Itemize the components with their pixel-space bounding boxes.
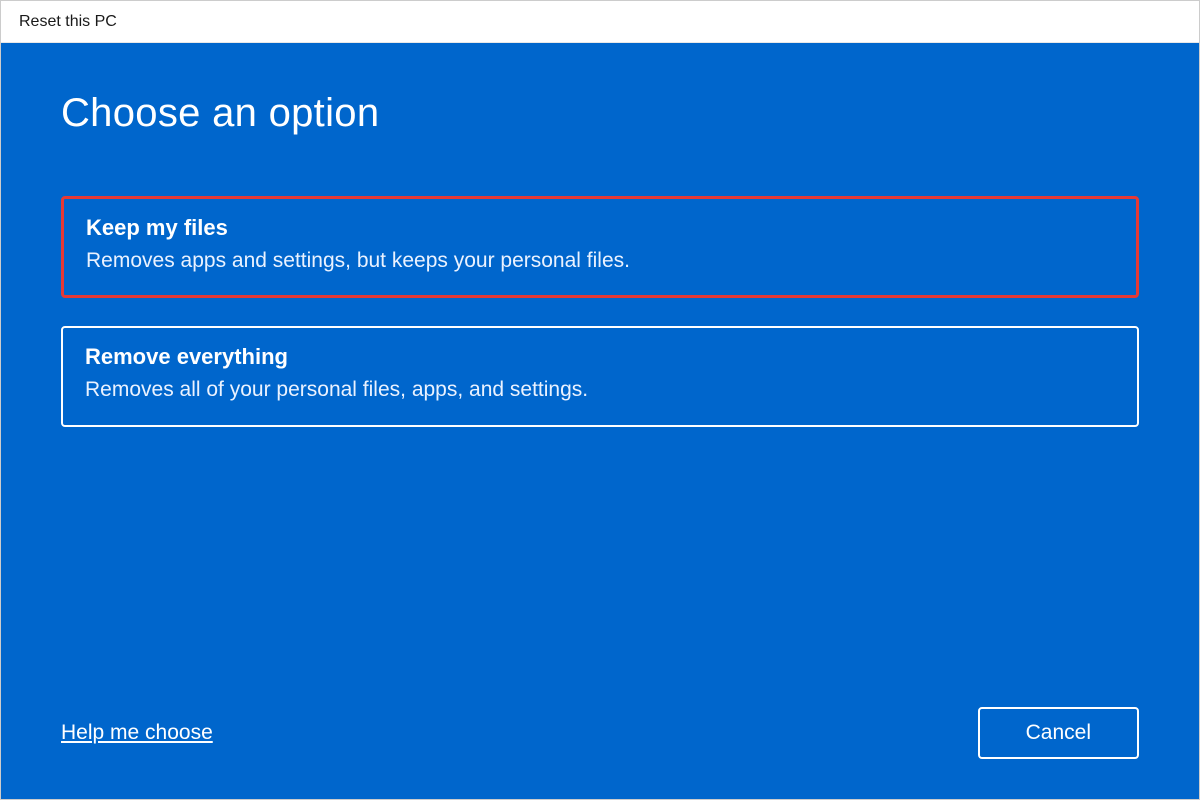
options-list: Keep my files Removes apps and settings,… <box>61 196 1139 427</box>
option-remove-everything[interactable]: Remove everything Removes all of your pe… <box>61 326 1139 426</box>
option-title: Remove everything <box>85 344 1115 370</box>
window-title: Reset this PC <box>19 13 117 31</box>
footer: Help me choose Cancel <box>61 677 1139 759</box>
page-heading: Choose an option <box>61 91 1139 136</box>
option-keep-my-files[interactable]: Keep my files Removes apps and settings,… <box>61 196 1139 298</box>
help-me-choose-link[interactable]: Help me choose <box>61 721 213 745</box>
reset-pc-window: Reset this PC Choose an option Keep my f… <box>0 0 1200 800</box>
option-description: Removes apps and settings, but keeps you… <box>86 247 1114 275</box>
option-description: Removes all of your personal files, apps… <box>85 376 1115 404</box>
option-title: Keep my files <box>86 215 1114 241</box>
cancel-button[interactable]: Cancel <box>978 707 1139 759</box>
content-area: Choose an option Keep my files Removes a… <box>1 43 1199 799</box>
titlebar: Reset this PC <box>1 1 1199 43</box>
